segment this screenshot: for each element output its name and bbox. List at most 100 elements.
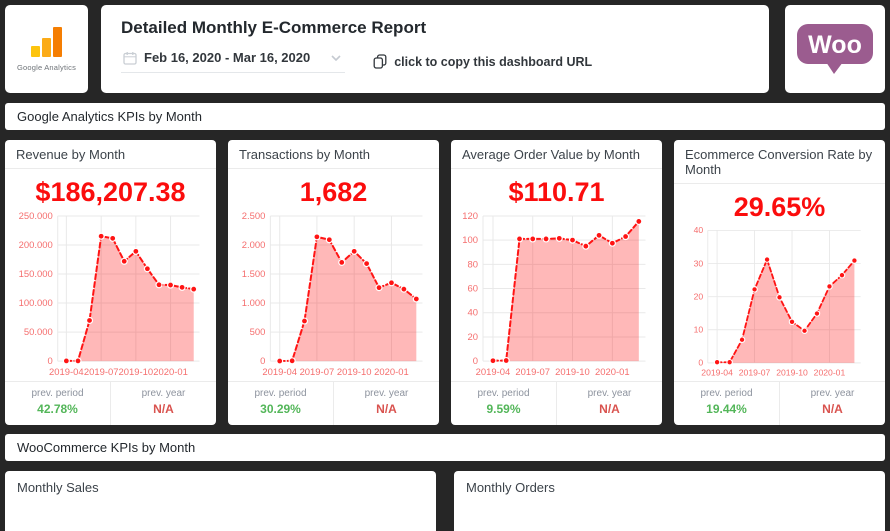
prev-year-cell: prev. year N/A	[333, 382, 439, 425]
svg-text:40: 40	[468, 308, 479, 319]
card-title: Monthly Orders	[466, 480, 555, 495]
date-range-picker[interactable]: Feb 16, 2020 - Mar 16, 2020	[121, 50, 346, 73]
svg-text:0: 0	[698, 358, 703, 368]
dashboard-page: Google Analytics Detailed Monthly E-Comm…	[0, 0, 890, 531]
header-row: Google Analytics Detailed Monthly E-Comm…	[5, 5, 885, 93]
prev-period-cell: prev. period 19.44%	[674, 382, 779, 425]
prev-year-value: N/A	[822, 402, 843, 416]
prev-year-label: prev. year	[587, 388, 632, 399]
svg-text:2.500: 2.500	[242, 211, 266, 222]
copy-url-label: click to copy this dashboard URL	[394, 54, 593, 69]
prev-year-label: prev. year	[364, 388, 409, 399]
svg-text:2019-07: 2019-07	[515, 367, 550, 378]
kpi-card-transactions: Transactions by Month 1,682 0 500 1.000 1.5…	[228, 140, 439, 425]
svg-text:2019-04: 2019-04	[476, 367, 511, 378]
svg-text:500: 500	[250, 327, 266, 338]
kpi-card-revenue: Revenue by Month $186,207.38 0 50.000 100.…	[5, 140, 216, 425]
google-analytics-icon	[30, 26, 62, 57]
svg-text:20: 20	[694, 291, 704, 301]
average-order-value-chart[interactable]: 0 20 40 60 80 100 120 2019-04 2019-07 2019-10 2020…	[451, 208, 662, 381]
svg-text:0: 0	[260, 356, 265, 367]
card-monthly-sales: Monthly Sales	[5, 471, 436, 531]
kpi-footer: prev. period 19.44% prev. year N/A	[674, 381, 885, 425]
section-title: Google Analytics KPIs by Month	[17, 109, 202, 124]
woo-badge: Woo	[785, 5, 885, 93]
report-title: Detailed Monthly E-Commerce Report	[121, 18, 427, 37]
kpi-value: 29.65%	[733, 192, 826, 222]
svg-text:2020-01: 2020-01	[153, 367, 188, 378]
revenue-chart[interactable]: 0 50.000 100.000 150.000 200.000 250.000 2019-…	[5, 208, 216, 381]
bottom-row: Monthly Sales Monthly Orders	[5, 471, 885, 531]
kpi-footer: prev. period 30.29% prev. year N/A	[228, 381, 439, 425]
svg-text:0: 0	[473, 356, 478, 367]
prev-period-value: 9.59%	[486, 402, 521, 416]
kpi-value: $186,207.38	[35, 177, 186, 207]
prev-year-cell: prev. year N/A	[779, 382, 885, 425]
svg-text:2019-10: 2019-10	[119, 367, 154, 378]
svg-text:60: 60	[468, 284, 479, 295]
svg-text:50.000: 50.000	[24, 327, 53, 338]
svg-text:2019-07: 2019-07	[739, 368, 771, 378]
prev-year-label: prev. year	[141, 388, 186, 399]
kpi-title: Ecommerce Conversion Rate by Month	[674, 140, 885, 184]
svg-text:2019-10: 2019-10	[776, 368, 808, 378]
svg-text:2019-04: 2019-04	[49, 367, 84, 378]
card-title: Monthly Sales	[17, 480, 99, 495]
prev-period-label: prev. period	[254, 388, 307, 399]
svg-text:10: 10	[694, 324, 704, 334]
kpi-title: Revenue by Month	[5, 140, 216, 169]
prev-year-value: N/A	[376, 402, 397, 416]
woo-logo-text: Woo	[808, 31, 862, 59]
svg-text:2019-07: 2019-07	[84, 367, 119, 378]
section-title: WooCommerce KPIs by Month	[17, 440, 196, 455]
prev-period-value: 42.78%	[37, 402, 78, 416]
prev-year-value: N/A	[599, 402, 620, 416]
chevron-down-icon	[331, 54, 341, 61]
svg-text:2019-04: 2019-04	[262, 367, 297, 378]
svg-text:2020-01: 2020-01	[595, 367, 630, 378]
kpi-value: $110.71	[508, 177, 605, 207]
woo-logo-icon: Woo	[797, 24, 873, 74]
svg-text:80: 80	[468, 259, 479, 270]
kpi-footer: prev. period 42.78% prev. year N/A	[5, 381, 216, 425]
svg-text:40: 40	[694, 225, 704, 235]
svg-text:2020-01: 2020-01	[374, 367, 409, 378]
kpi-value: 1,682	[299, 177, 368, 207]
copy-url-button[interactable]: click to copy this dashboard URL	[373, 54, 592, 69]
kpi-card-conversion-rate: Ecommerce Conversion Rate by Month 29.65…	[674, 140, 885, 425]
prev-year-cell: prev. year N/A	[110, 382, 216, 425]
prev-period-value: 30.29%	[260, 402, 301, 416]
svg-text:2019-07: 2019-07	[300, 367, 335, 378]
header-controls: Feb 16, 2020 - Mar 16, 2020 click to cop…	[121, 50, 749, 73]
transactions-chart[interactable]: 0 500 1.000 1.500 2.000 2.500 2019-04 2019-07 20…	[228, 208, 439, 381]
report-header-card: Detailed Monthly E-Commerce Report Feb 1…	[101, 5, 769, 93]
svg-text:2019-10: 2019-10	[555, 367, 590, 378]
prev-period-cell: prev. period 30.29%	[228, 382, 333, 425]
conversion-rate-chart[interactable]: 0 10 20 30 40 2019-04 2019-07 2019-10 2020-01	[674, 223, 885, 381]
kpi-card-average-order-value: Average Order Value by Month $110.71 0 20…	[451, 140, 662, 425]
svg-text:200.000: 200.000	[19, 240, 53, 251]
kpi-row: Revenue by Month $186,207.38 0 50.000 100.…	[5, 140, 885, 425]
prev-period-label: prev. period	[31, 388, 84, 399]
svg-text:2019-10: 2019-10	[337, 367, 372, 378]
prev-period-cell: prev. period 42.78%	[5, 382, 110, 425]
section-header-woocommerce: WooCommerce KPIs by Month	[5, 434, 885, 461]
date-range-value: Feb 16, 2020 - Mar 16, 2020	[144, 50, 311, 65]
prev-year-cell: prev. year N/A	[556, 382, 662, 425]
svg-text:100: 100	[462, 235, 478, 246]
prev-year-value: N/A	[153, 402, 174, 416]
prev-year-label: prev. year	[810, 388, 855, 399]
calendar-icon	[123, 51, 137, 65]
google-analytics-label: Google Analytics	[16, 62, 77, 72]
card-monthly-orders: Monthly Orders	[454, 471, 885, 531]
svg-text:20: 20	[468, 332, 479, 343]
kpi-footer: prev. period 9.59% prev. year N/A	[451, 381, 662, 425]
google-analytics-badge: Google Analytics	[5, 5, 88, 93]
svg-text:250.000: 250.000	[19, 211, 53, 222]
svg-text:0: 0	[47, 356, 52, 367]
kpi-title: Average Order Value by Month	[451, 140, 662, 169]
prev-period-label: prev. period	[700, 388, 753, 399]
svg-text:100.000: 100.000	[19, 298, 53, 309]
svg-text:30: 30	[694, 258, 704, 268]
svg-text:120: 120	[462, 211, 478, 222]
